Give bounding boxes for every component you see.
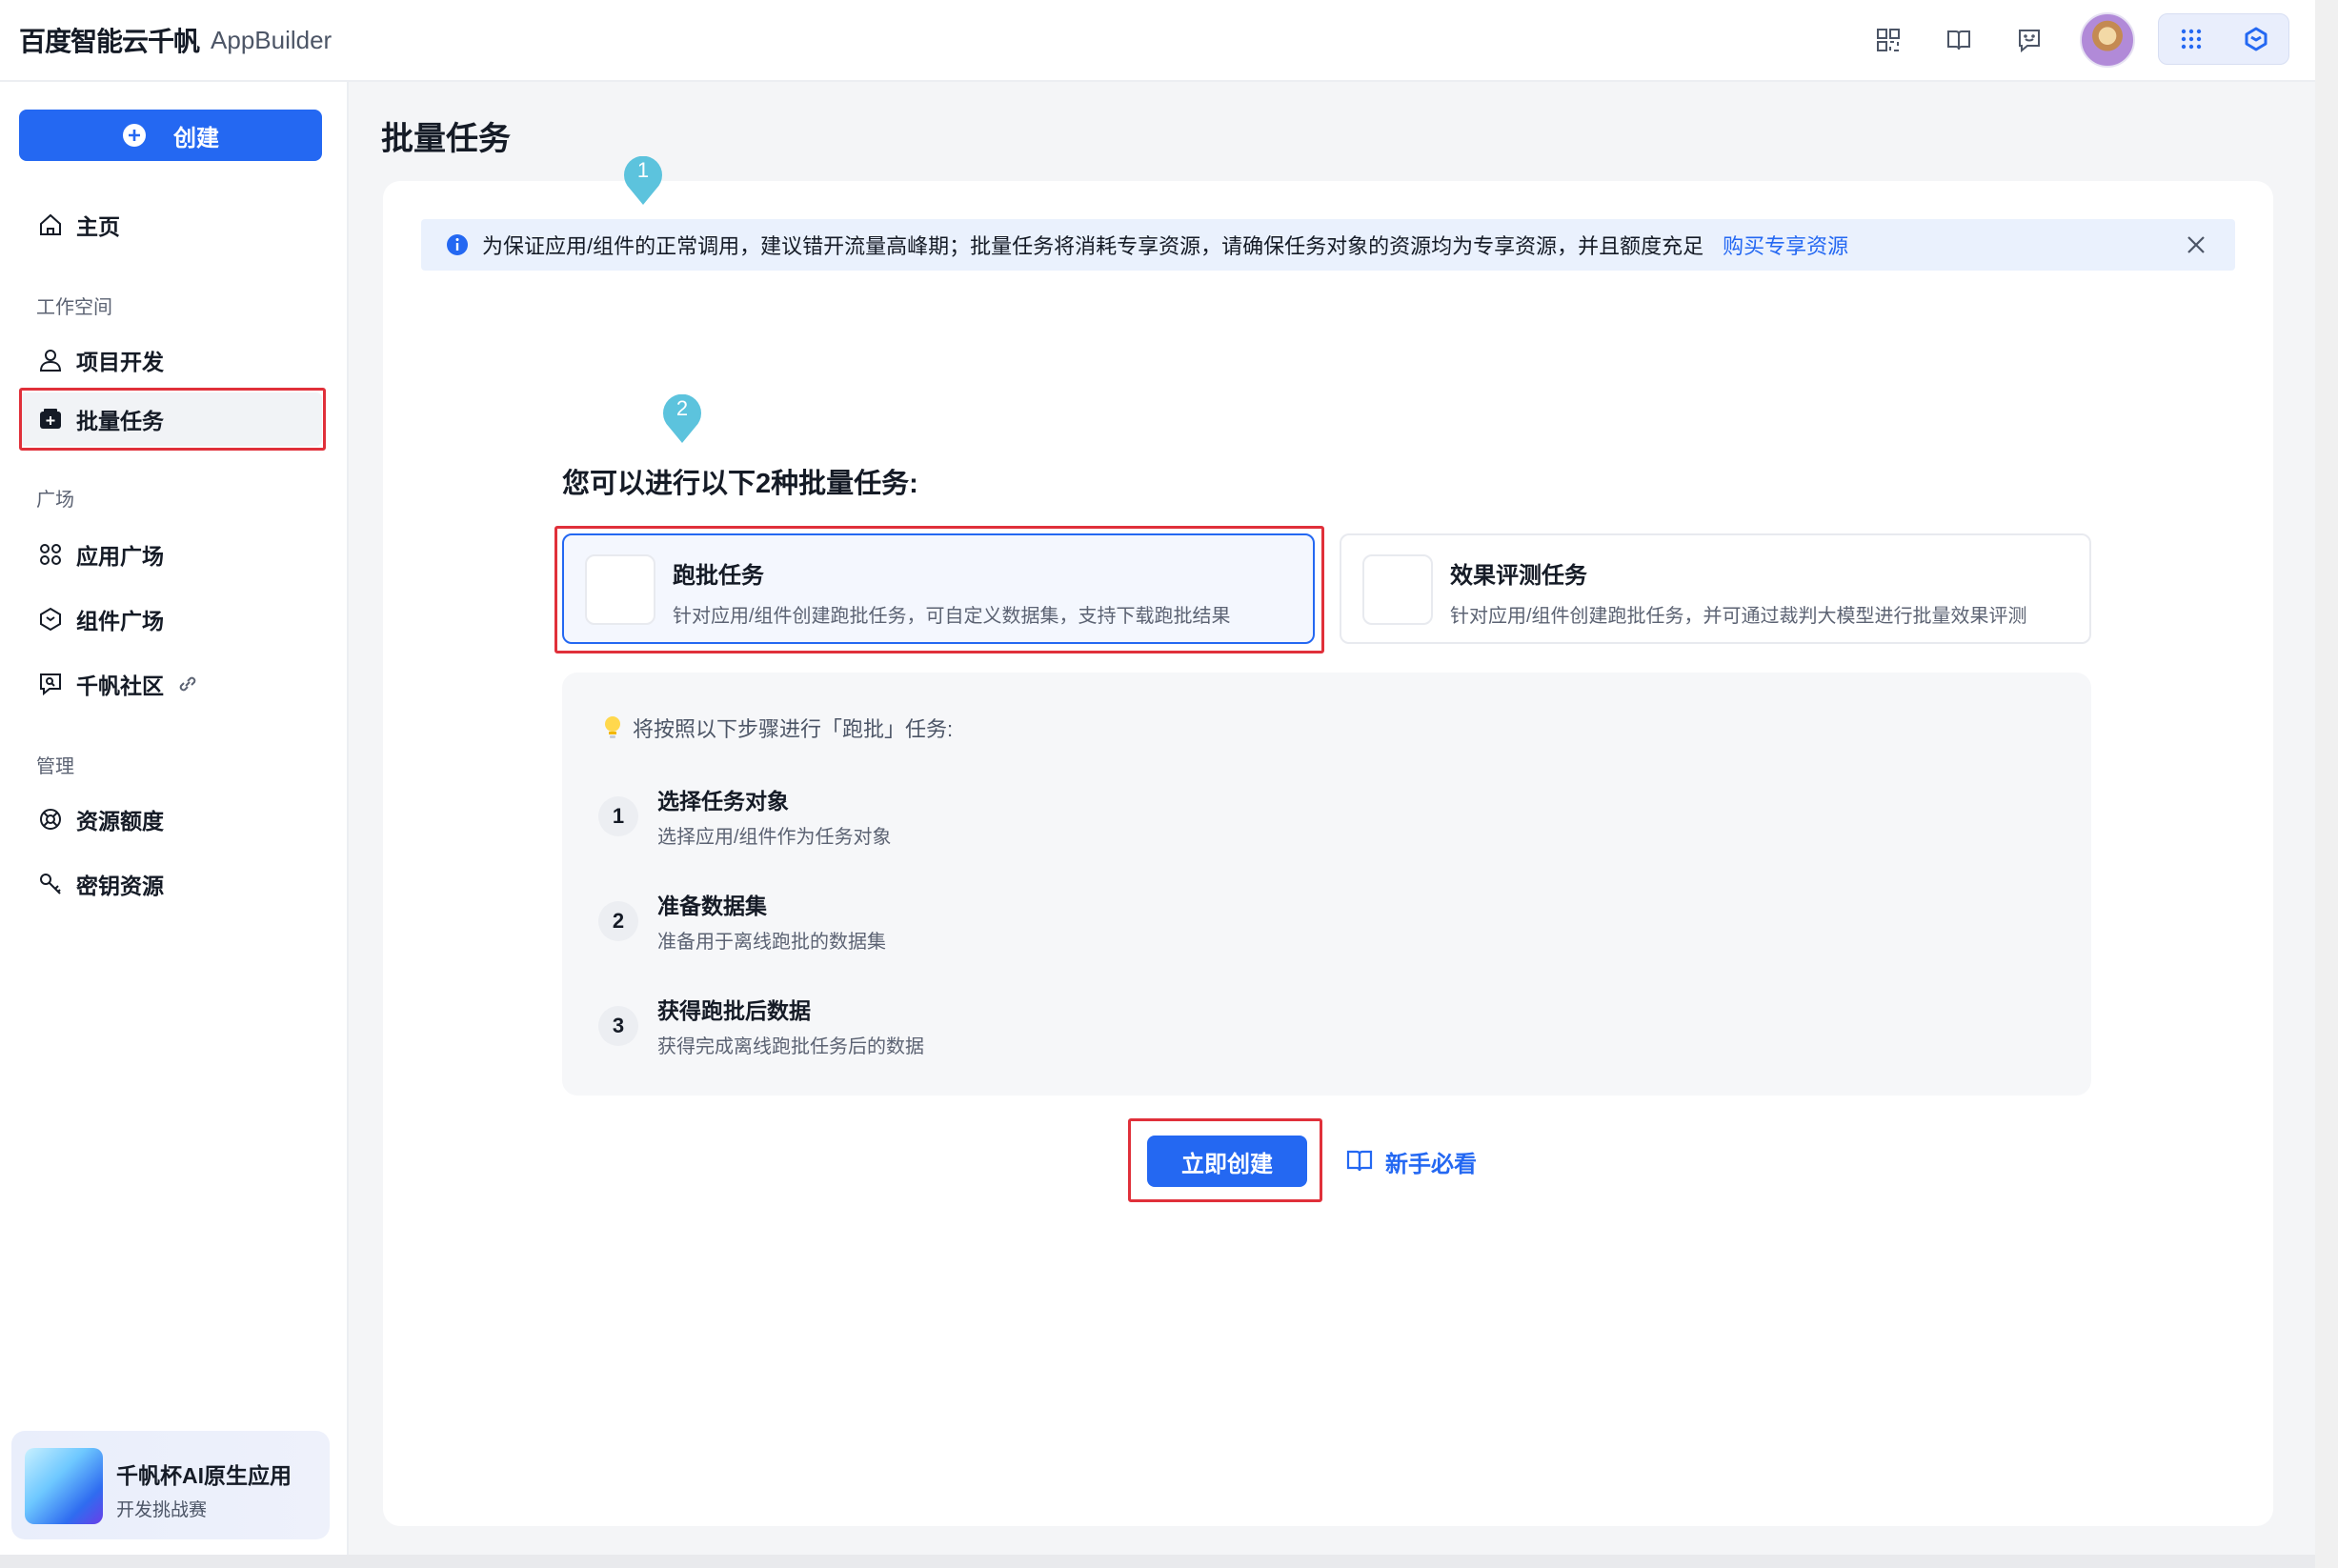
sidebar-item-community[interactable]: 千帆社区 [19,657,322,711]
info-alert: 为保证应用/组件的正常调用，建议错开流量高峰期；批量任务将消耗专享资源，请确保任… [421,219,2235,271]
scrollbar[interactable] [2315,0,2338,1568]
highlight-box-batch-tasks [19,388,326,451]
buy-dedicated-resources-link[interactable]: 购买专享资源 [1723,230,1848,260]
sidebar-item-label: 密钥资源 [76,874,164,898]
highlight-box-batch-run [554,526,1324,653]
cube-icon[interactable] [2224,13,2288,65]
sidebar-item-label: 应用广场 [76,544,164,569]
sidebar-item-label: 组件广场 [76,609,164,633]
plus-circle-icon [123,124,146,147]
promo-image [25,1448,103,1524]
book-icon [1346,1150,1373,1172]
user-icon [36,346,65,374]
promo-subtitle: 开发挑战赛 [116,1500,208,1520]
apps-icon[interactable] [1869,21,1907,59]
feedback-icon[interactable] [2010,21,2048,59]
chat-search-icon [36,670,65,698]
sidebar-item-keys[interactable]: 密钥资源 [19,857,322,911]
sidebar-item-quota[interactable]: 资源额度 [19,793,322,846]
create-button-label: 创建 [173,125,219,151]
task-types-heading: 您可以进行以下2种批量任务: [562,469,918,499]
task-type-title: 效果评测任务 [1450,563,1587,589]
info-icon [447,234,468,255]
step-desc: 获得完成离线跑批任务后的数据 [657,1036,924,1057]
sidebar: 创建 主页 工作空间 项目开发 批量任务 广场 应用广场 组件广场 千帆社区 管… [0,82,349,1555]
step-marker-number: 2 [675,396,689,420]
beginner-guide-label: 新手必看 [1385,1151,1477,1177]
key-icon [36,870,65,898]
brand[interactable]: 百度智能云千帆 AppBuilder [19,21,332,59]
step-marker-2: 2 [662,394,702,444]
promo-title: 千帆杯AI原生应用 [116,1463,292,1488]
app-grid-icon [36,540,65,569]
section-plaza: 广场 [36,490,74,511]
step-desc: 准备用于离线跑批的数据集 [657,932,886,953]
step-marker-number: 1 [636,158,650,182]
home-icon [36,211,65,239]
step-marker-1: 1 [623,156,663,206]
sidebar-item-app-plaza[interactable]: 应用广场 [19,528,322,581]
brand-name: 百度智能云千帆 [19,27,200,56]
sidebar-item-label: 主页 [76,214,120,239]
promo-banner[interactable]: 千帆杯AI原生应用 开发挑战赛 [11,1431,330,1539]
steps-panel: 将按照以下步骤进行「跑批」任务: 1 选择任务对象 选择应用/组件作为任务对象 … [562,673,2091,1096]
grid-icon[interactable] [2159,13,2224,65]
lifebuoy-icon [36,805,65,834]
step-desc: 选择应用/组件作为任务对象 [657,827,892,848]
section-workspace: 工作空间 [36,297,112,318]
step-number: 2 [598,901,638,941]
step-title: 准备数据集 [657,894,767,918]
product-switcher [2158,13,2289,65]
task-type-thumbnail [1362,554,1433,625]
lightbulb-icon [605,716,620,738]
link-icon [177,673,198,694]
create-button[interactable]: 创建 [19,110,322,161]
alert-text: 为保证应用/组件的正常调用，建议错开流量高峰期；批量任务将消耗专享资源，请确保任… [482,234,1704,258]
avatar[interactable] [2080,12,2135,68]
beginner-guide-link[interactable]: 新手必看 [1345,1141,1477,1181]
top-bar: 百度智能云千帆 AppBuilder [0,0,2315,82]
sidebar-item-project-dev[interactable]: 项目开发 [19,333,322,387]
step-number: 1 [598,796,638,836]
sidebar-item-label: 千帆社区 [76,673,164,698]
close-icon[interactable] [2184,232,2208,257]
page-title: 批量任务 [381,121,511,157]
brand-app-name: AppBuilder [211,25,333,54]
hexagon-icon [36,605,65,633]
book-icon[interactable] [1940,21,1978,59]
sidebar-item-home[interactable]: 主页 [19,198,322,251]
sidebar-item-component-plaza[interactable]: 组件广场 [19,593,322,646]
bottom-scroll-area [0,1555,2315,1568]
step-title: 选择任务对象 [657,789,789,814]
sidebar-item-label: 资源额度 [76,809,164,834]
steps-tip: 将按照以下步骤进行「跑批」任务: [602,713,953,743]
sidebar-item-label: 项目开发 [76,350,164,374]
step-number: 3 [598,1006,638,1046]
step-title: 获得跑批后数据 [657,998,811,1023]
task-type-evaluation[interactable]: 效果评测任务 针对应用/组件创建跑批任务，并可通过裁判大模型进行批量效果评测 [1340,533,2091,644]
highlight-box-create-now [1128,1118,1322,1202]
task-type-desc: 针对应用/组件创建跑批任务，并可通过裁判大模型进行批量效果评测 [1450,606,2027,627]
steps-tip-text: 将按照以下步骤进行「跑批」任务: [633,717,954,741]
section-manage: 管理 [36,756,74,777]
